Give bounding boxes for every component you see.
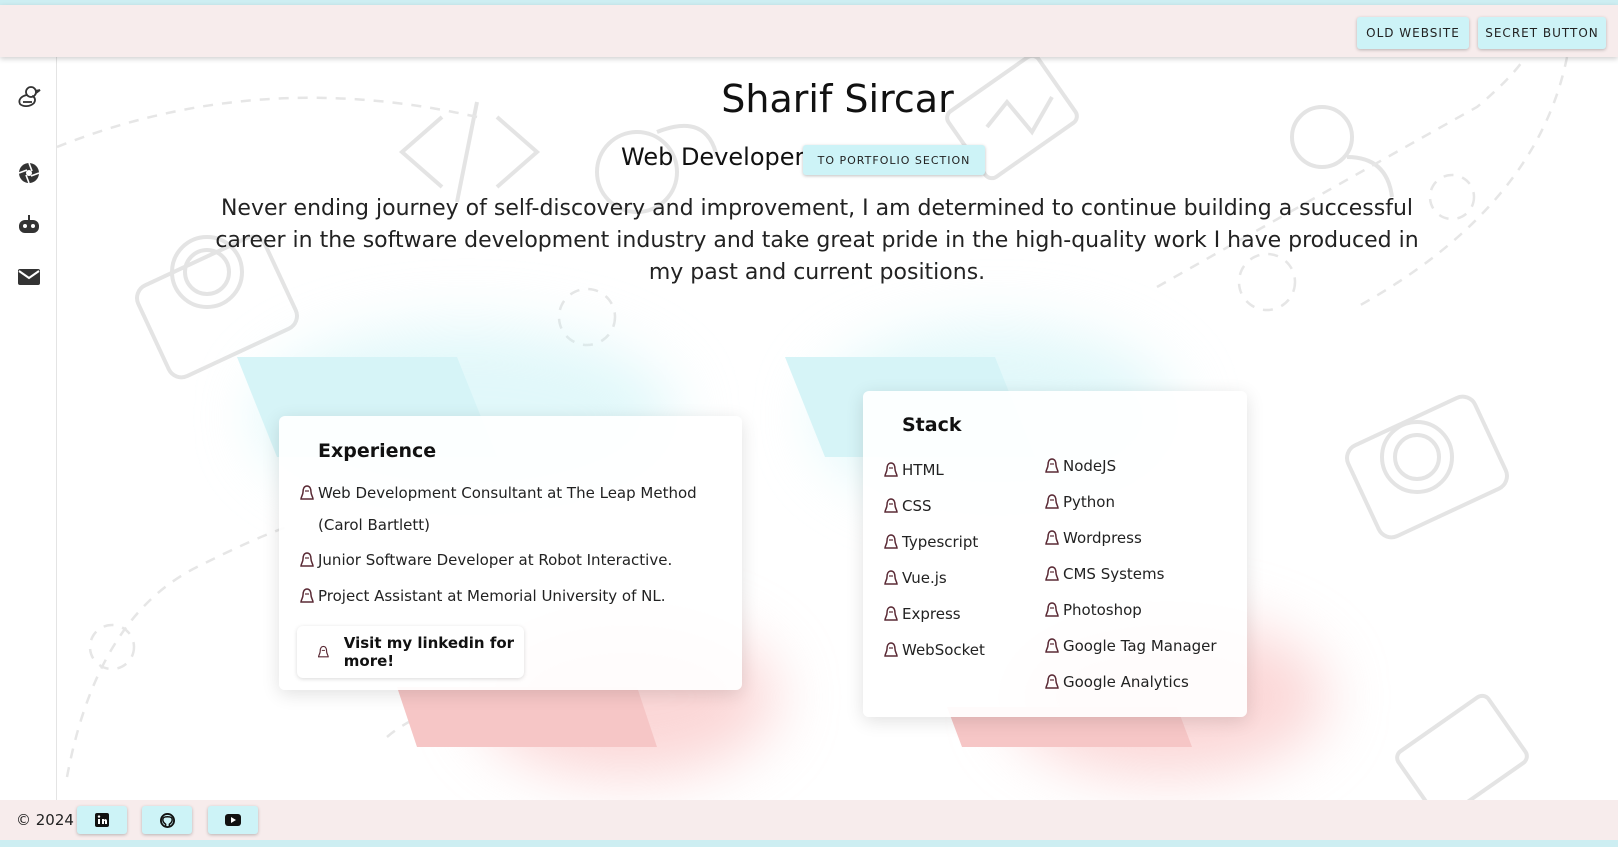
penguin-icon — [300, 588, 314, 603]
bottom-strip — [0, 840, 1618, 847]
intro-paragraph: Never ending journey of self-discovery a… — [215, 196, 1419, 285]
experience-item: Project Assistant at Memorial University… — [299, 580, 719, 612]
penguin-icon — [1045, 602, 1059, 617]
copyright-text: © 2024 — [16, 811, 74, 829]
stack-label: Typescript — [902, 533, 979, 551]
top-app-bar: OLD WEBSITE SECRET BUTTON — [0, 5, 1618, 57]
stack-label: Python — [1063, 493, 1115, 511]
aperture-icon[interactable] — [16, 160, 42, 186]
penguin-icon — [1045, 494, 1059, 509]
penguin-icon — [1045, 566, 1059, 581]
stack-label: CSS — [902, 497, 932, 515]
stack-item: Vue.js — [883, 562, 947, 594]
footer: © 2024 — [0, 800, 1618, 840]
penguin-icon — [884, 498, 898, 513]
penguin-icon — [300, 552, 314, 567]
youtube-icon — [225, 814, 241, 826]
stack-card: Stack HTML CSS Typescript Vue.js Express… — [863, 391, 1247, 717]
penguin-icon — [1045, 674, 1059, 689]
stack-item: WebSocket — [883, 634, 985, 666]
robot-icon[interactable] — [16, 212, 42, 238]
stack-item: Photoshop — [1044, 594, 1142, 626]
sidebar — [0, 57, 57, 800]
penguin-icon — [300, 485, 314, 500]
to-portfolio-button[interactable]: TO PORTFOLIO SECTION — [803, 145, 985, 175]
secret-button[interactable]: SECRET BUTTON — [1478, 17, 1606, 49]
duck-icon[interactable] — [16, 84, 42, 110]
experience-text: Junior Software Developer at Robot Inter… — [318, 551, 673, 569]
stack-item: Express — [883, 598, 961, 630]
stack-label: Google Tag Manager — [1063, 637, 1217, 655]
experience-card: Experience Web Development Consultant at… — [279, 416, 742, 690]
stack-item: Wordpress — [1044, 522, 1142, 554]
stack-item: CSS — [883, 490, 932, 522]
penguin-icon — [1045, 458, 1059, 473]
penguin-icon — [884, 606, 898, 621]
penguin-icon — [1045, 638, 1059, 653]
page-title: Sharif Sircar — [721, 77, 954, 121]
github-icon — [159, 812, 175, 828]
penguin-icon — [1045, 530, 1059, 545]
stack-label: Wordpress — [1063, 529, 1142, 547]
stack-label: Express — [902, 605, 961, 623]
role-title: Web Developer — [621, 143, 805, 171]
mail-icon[interactable] — [16, 264, 42, 290]
penguin-icon — [884, 462, 898, 477]
stack-item: Google Tag Manager — [1044, 630, 1217, 662]
stack-label: NodeJS — [1063, 457, 1117, 475]
experience-item: Web Development Consultant at The Leap M… — [299, 477, 719, 541]
stack-item: NodeJS — [1044, 450, 1116, 482]
penguin-icon — [884, 642, 898, 657]
stack-item: Python — [1044, 486, 1115, 518]
stack-label: Google Analytics — [1063, 673, 1189, 691]
stack-label: WebSocket — [902, 641, 985, 659]
stack-label: HTML — [902, 461, 944, 479]
stack-item: Typescript — [883, 526, 978, 558]
experience-item: Junior Software Developer at Robot Inter… — [299, 544, 719, 576]
experience-text: Web Development Consultant at The Leap M… — [318, 484, 697, 534]
youtube-button[interactable] — [208, 806, 258, 834]
github-button[interactable] — [142, 806, 192, 834]
linkedin-icon — [95, 813, 109, 827]
linkedin-button[interactable] — [77, 806, 127, 834]
stack-item: Google Analytics — [1044, 666, 1189, 698]
stack-item: CMS Systems — [1044, 558, 1164, 590]
experience-text: Project Assistant at Memorial University… — [318, 587, 666, 605]
experience-title: Experience — [318, 440, 437, 462]
stack-title: Stack — [902, 414, 962, 436]
old-website-button[interactable]: OLD WEBSITE — [1357, 17, 1469, 49]
penguin-icon — [884, 534, 898, 549]
linkedin-link-button[interactable]: Visit my linkedin for more! — [297, 626, 524, 678]
stack-label: Vue.js — [902, 569, 947, 587]
penguin-icon — [884, 570, 898, 585]
main-content: Sharif Sircar Web Developer TO PORTFOLIO… — [57, 57, 1618, 800]
linkedin-link-label: Visit my linkedin for more! — [343, 634, 515, 670]
stack-label: Photoshop — [1063, 601, 1142, 619]
pink-parallelogram — [397, 687, 657, 747]
stack-label: CMS Systems — [1063, 565, 1165, 583]
penguin-icon — [317, 645, 329, 658]
stack-item: HTML — [883, 454, 944, 486]
